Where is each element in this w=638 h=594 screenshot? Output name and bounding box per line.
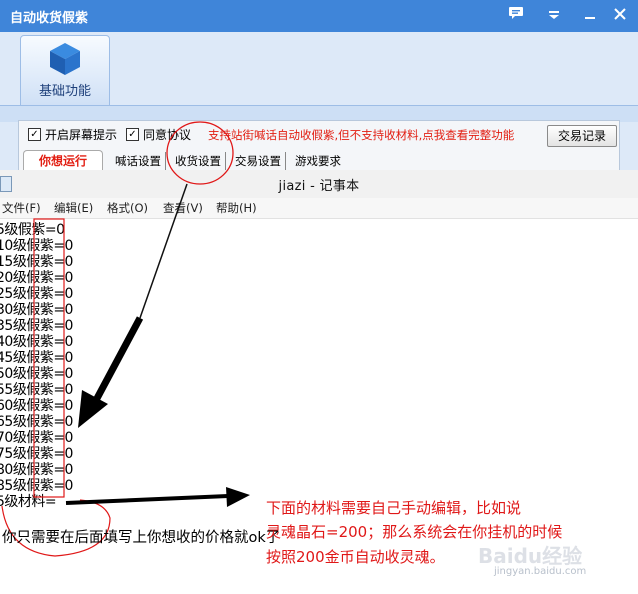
explanation-line-2: 灵魂晶石=200；那么系统会在你挂机的时候 [266,523,563,541]
watermark-url: jingyan.baidu.com [494,566,587,577]
pointer-line [139,183,188,319]
instruction-text: 你只需要在后面填写上你想收的价格就ok了 [2,530,281,546]
watermark-logo: Baidu经验 [478,544,583,568]
arrow-head-down [78,390,108,428]
explanation-line-3: 按照200金币自动收灵魂。 [266,548,445,566]
highlight-ellipse-tab [166,121,234,185]
arrow-head-right [226,487,250,507]
highlight-box-items [33,218,65,498]
explanation-line-1: 下面的材料需要自己手动编辑，比如说 [266,499,522,517]
arrow-shaft-right [65,494,229,505]
arrow-shaft [90,316,144,406]
